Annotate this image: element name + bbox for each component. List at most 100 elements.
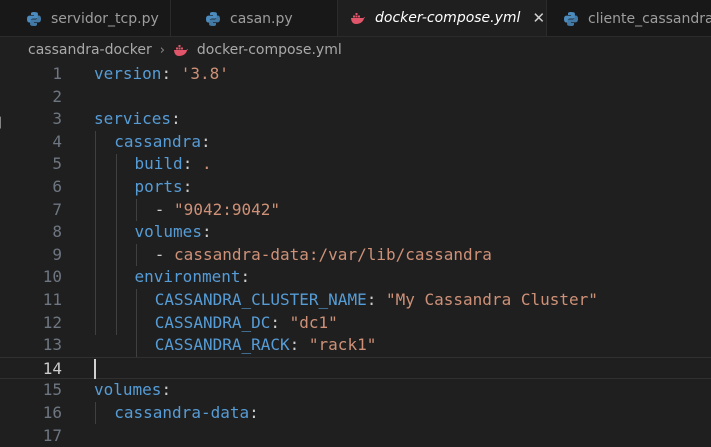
- code-line[interactable]: 15 volumes:: [0, 379, 711, 402]
- code-line[interactable]: 17: [0, 425, 711, 447]
- tab-servidor-tcp[interactable]: servidor_tcp.py: [0, 0, 171, 36]
- tab-label: cliente_cassandra: [588, 10, 711, 27]
- yaml-value: cassandra-data:/var/lib/cassandra: [174, 244, 492, 264]
- line-number: 3: [52, 109, 62, 129]
- line-number: 9: [52, 244, 62, 264]
- tab-bar: servidor_tcp.py casan.py docker-compose.…: [0, 0, 711, 37]
- tab-docker-compose[interactable]: docker-compose.yml ✕: [338, 0, 547, 36]
- yaml-key: version: [94, 64, 162, 83]
- python-icon: [564, 11, 578, 26]
- line-number: 2: [52, 86, 62, 106]
- tab-cliente-cassandra[interactable]: cliente_cassandra: [547, 0, 711, 36]
- tab-casan[interactable]: casan.py: [171, 0, 338, 36]
- code-line[interactable]: 4 cassandra:: [0, 131, 711, 154]
- docker-icon: [351, 13, 365, 24]
- code-line[interactable]: 2: [0, 86, 711, 109]
- code-line[interactable]: 6 ports:: [0, 176, 711, 199]
- docker-icon: [173, 45, 188, 56]
- breadcrumb: cassandra-docker › docker-compose.yml: [0, 37, 711, 63]
- code-text: cassandra:: [114, 131, 210, 154]
- yaml-key: environment: [134, 267, 241, 287]
- code-line[interactable]: 16 cassandra-data:: [0, 402, 711, 425]
- code-editor[interactable]: 1 version: '3.8' 2 3 services: 4 cassandra: 5 bu…: [0, 63, 711, 447]
- chevron-right-icon: ›: [159, 42, 165, 58]
- yaml-colon: :: [366, 290, 386, 309]
- yaml-key: CASSANDRA_RACK: [154, 335, 290, 355]
- line-number: 17: [42, 425, 62, 445]
- line-number: 16: [42, 403, 62, 422]
- line-number: 13: [42, 335, 62, 355]
- line-number: 11: [42, 290, 62, 309]
- yaml-key: cassandra: [114, 131, 201, 151]
- text-cursor: [94, 358, 96, 379]
- code-line[interactable]: 12 CASSANDRA_DC: "dc1": [0, 312, 711, 335]
- code-text: version: '3.8': [94, 63, 229, 86]
- yaml-colon: :: [182, 154, 202, 174]
- yaml-colon: :: [240, 267, 251, 287]
- yaml-colon: :: [200, 131, 211, 151]
- yaml-key: CASSANDRA_DC: [154, 312, 271, 332]
- yaml-key: CASSANDRA_CLUSTER_NAME: [154, 290, 367, 309]
- tab-label: casan.py: [230, 10, 293, 27]
- line-number: 10: [42, 267, 62, 287]
- code-line[interactable]: 11 CASSANDRA_CLUSTER_NAME: "My Cassandra …: [0, 289, 711, 312]
- yaml-value: .: [201, 154, 212, 174]
- code-text: ports:: [135, 176, 193, 199]
- yaml-colon: :: [161, 380, 172, 400]
- list-dash: -: [154, 199, 175, 219]
- code-text: CASSANDRA_DC: "dc1": [155, 312, 338, 335]
- code-line[interactable]: 8 volumes:: [0, 221, 711, 244]
- code-text: cassandra-data:: [114, 402, 259, 425]
- close-icon[interactable]: ✕: [532, 9, 545, 27]
- code-line[interactable]: 10 environment:: [0, 266, 711, 289]
- yaml-colon: :: [249, 403, 259, 422]
- line-number: 15: [42, 380, 62, 400]
- breadcrumb-folder[interactable]: cassandra-docker: [28, 42, 152, 58]
- code-line[interactable]: 5 build: .: [0, 153, 711, 176]
- code-text: environment:: [135, 266, 251, 289]
- code-line[interactable]: 9 - cassandra-data:/var/lib/cassandra: [0, 244, 711, 267]
- code-text: volumes:: [135, 221, 212, 244]
- yaml-value: "dc1": [289, 312, 338, 332]
- line-number: 5: [52, 154, 62, 174]
- yaml-key: services: [94, 109, 172, 129]
- line-number: 1: [52, 64, 62, 83]
- code-text: build: .: [135, 153, 212, 176]
- code-text: - "9042:9042": [155, 199, 280, 222]
- code-line[interactable]: 13 CASSANDRA_RACK: "rack1": [0, 334, 711, 357]
- code-line[interactable]: 3 services:: [0, 108, 711, 131]
- yaml-key: volumes: [94, 380, 162, 400]
- line-number: 6: [52, 177, 62, 196]
- yaml-value: "My Cassandra Cluster": [385, 290, 598, 309]
- breadcrumb-file[interactable]: docker-compose.yml: [197, 42, 342, 58]
- tab-label: servidor_tcp.py: [51, 10, 159, 27]
- yaml-value: "rack1": [308, 335, 377, 355]
- python-icon: [206, 11, 220, 26]
- yaml-value: "9042:9042": [174, 199, 281, 219]
- code-text: CASSANDRA_CLUSTER_NAME: "My Cassandra Cl…: [155, 289, 598, 312]
- yaml-colon: :: [270, 312, 290, 332]
- tab-label: docker-compose.yml: [375, 10, 521, 26]
- line-number: 14: [42, 358, 62, 378]
- code-line[interactable]: 7 - "9042:9042": [0, 199, 711, 222]
- line-number: 4: [52, 131, 62, 151]
- code-text: CASSANDRA_RACK: "rack1": [155, 334, 377, 357]
- code-line[interactable]: 1 version: '3.8': [0, 63, 711, 86]
- yaml-key: ports: [134, 177, 183, 196]
- yaml-colon: :: [201, 222, 212, 242]
- list-dash: -: [154, 244, 175, 264]
- code-line[interactable]: 14: [0, 356, 711, 380]
- code-text: services:: [94, 108, 181, 131]
- code-text: - cassandra-data:/var/lib/cassandra: [155, 244, 492, 267]
- python-icon: [27, 11, 41, 26]
- yaml-colon: :: [289, 335, 309, 355]
- yaml-key: volumes: [134, 222, 202, 242]
- yaml-colon: :: [161, 64, 181, 83]
- code-text: volumes:: [94, 379, 171, 402]
- yaml-colon: :: [171, 109, 181, 129]
- line-number: 12: [42, 312, 62, 332]
- yaml-key: cassandra-data: [114, 403, 250, 422]
- yaml-colon: :: [182, 177, 193, 196]
- line-number: 8: [52, 222, 62, 242]
- yaml-key: build: [134, 154, 183, 174]
